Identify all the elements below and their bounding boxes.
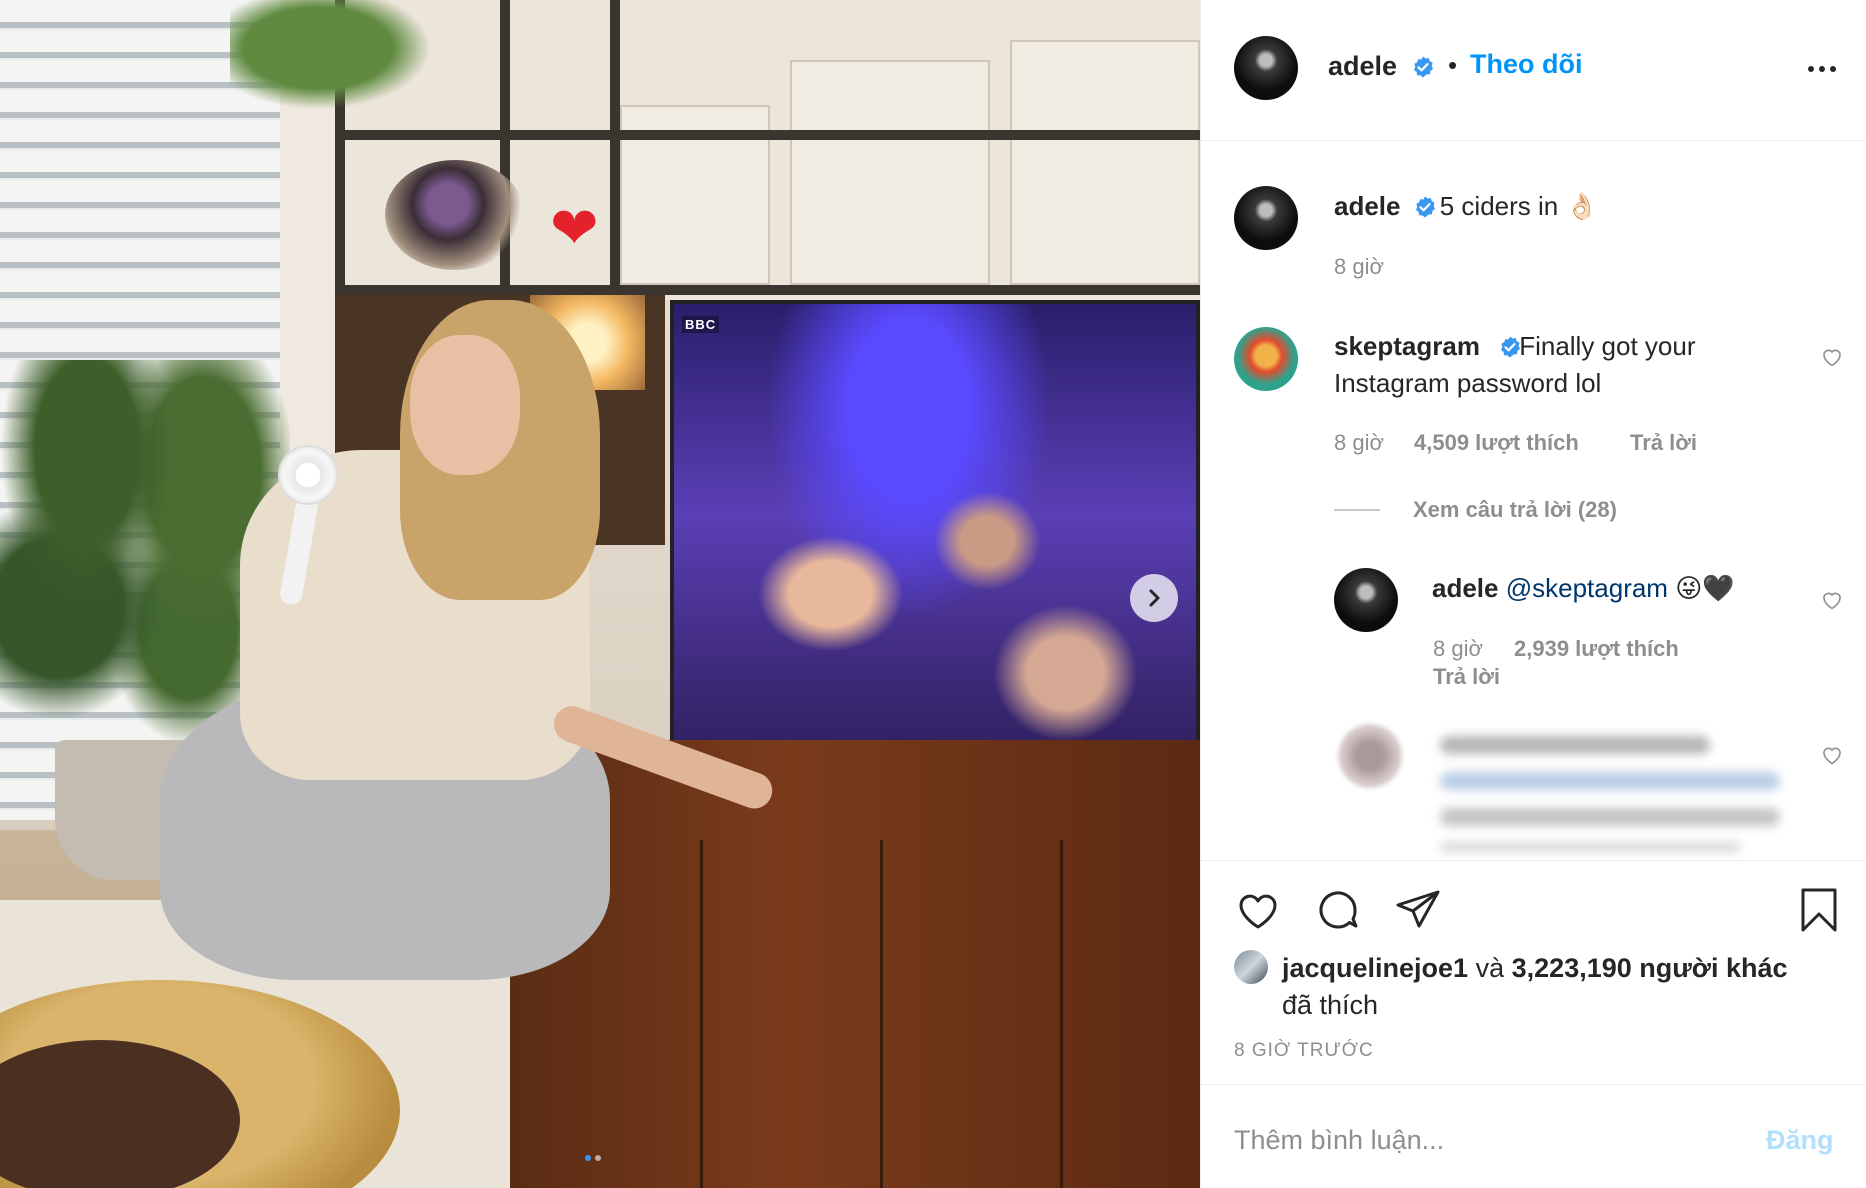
instagram-post: ❤ ❤ BBC <box>0 0 1866 1188</box>
caption-text: 5 ciders in 👌🏻 <box>1439 191 1598 221</box>
share-icon[interactable] <box>1394 886 1442 934</box>
verified-badge-icon <box>1414 56 1433 78</box>
header-username[interactable]: adele <box>1328 51 1397 82</box>
more-dot-icon <box>1819 66 1825 72</box>
comment-icon[interactable] <box>1314 886 1362 934</box>
post-time[interactable]: 8 GIỜ TRƯỚC <box>1234 1040 1374 1062</box>
carousel-next-button[interactable] <box>1130 574 1178 622</box>
reply-avatar[interactable] <box>1334 568 1398 632</box>
follow-button[interactable]: Theo dõi <box>1470 49 1582 80</box>
tv-cabinet <box>510 740 1200 1188</box>
comment-avatar[interactable] <box>1234 327 1298 391</box>
view-replies-button[interactable]: Xem câu trả lời (28) <box>1413 497 1617 523</box>
geode <box>385 160 525 270</box>
chevron-right-icon <box>1149 589 1160 607</box>
caption-avatar[interactable] <box>1234 186 1298 250</box>
post-photo[interactable]: ❤ ❤ BBC <box>0 0 1200 1188</box>
reply: adele @skeptagram 😜🖤 <box>1432 570 1735 607</box>
more-dot-icon <box>1808 66 1814 72</box>
likes-others[interactable]: 3,223,190 người khác <box>1512 953 1788 983</box>
handheld-fan <box>278 445 338 505</box>
comment: skeptagram Finally got your Instagram pa… <box>1334 328 1804 402</box>
heart-sticker: ❤ <box>550 196 599 261</box>
reply-time[interactable]: 8 giờ <box>1433 636 1483 662</box>
more-options-button[interactable] <box>1808 66 1836 72</box>
reply-emoji: 😜🖤 <box>1675 573 1735 603</box>
likes-connector: và <box>1475 953 1505 983</box>
blurred-text <box>1440 842 1740 852</box>
caption: adele 5 ciders in 👌🏻 <box>1334 188 1598 225</box>
likes-suffix: đã thích <box>1282 990 1379 1020</box>
add-comment-input[interactable] <box>1234 1125 1734 1156</box>
caption-username[interactable]: adele <box>1334 191 1401 221</box>
reply-reply-button[interactable]: Trả lời <box>1433 664 1500 690</box>
reply-mention[interactable]: @skeptagram <box>1506 573 1668 603</box>
caption-time[interactable]: 8 giờ <box>1334 254 1384 280</box>
verified-badge-icon <box>1501 336 1520 358</box>
liker-username[interactable]: jacquelinejoe1 <box>1282 953 1468 983</box>
carousel-indicator <box>585 1155 601 1161</box>
bookmark-icon[interactable] <box>1795 886 1843 934</box>
reply-username[interactable]: adele <box>1432 573 1499 603</box>
comment-like-icon[interactable] <box>1820 345 1844 369</box>
post-comment-button[interactable]: Đăng <box>1766 1125 1834 1156</box>
person-face <box>410 335 520 475</box>
comment-reply-button[interactable]: Trả lời <box>1630 430 1697 456</box>
like-icon[interactable] <box>1234 886 1282 934</box>
reply-like-icon[interactable] <box>1820 588 1844 612</box>
more-dot-icon <box>1830 66 1836 72</box>
hanging-plant <box>230 0 450 120</box>
comment-username[interactable]: skeptagram <box>1334 331 1480 361</box>
carousel-dot <box>585 1155 591 1161</box>
likes-summary: jacquelinejoe1 và 3,223,190 người khác đ… <box>1282 950 1842 1024</box>
replies-divider <box>1334 509 1380 511</box>
header-separator: • <box>1448 50 1458 80</box>
verified-badge-icon <box>1416 196 1435 218</box>
reply-likes[interactable]: 2,939 lượt thích <box>1514 636 1679 662</box>
blurred-text <box>1440 736 1710 754</box>
comment-likes[interactable]: 4,509 lượt thích <box>1414 430 1579 456</box>
avatar[interactable] <box>1234 36 1298 100</box>
blurred-avatar <box>1338 724 1402 788</box>
tv-channel-logo: BBC <box>682 316 720 333</box>
liker-avatar[interactable] <box>1234 950 1268 984</box>
blurred-text <box>1440 772 1780 790</box>
blurred-like-icon[interactable] <box>1820 743 1844 767</box>
blurred-text <box>1440 808 1780 826</box>
carousel-dot <box>595 1155 601 1161</box>
comment-time[interactable]: 8 giờ <box>1334 430 1384 456</box>
